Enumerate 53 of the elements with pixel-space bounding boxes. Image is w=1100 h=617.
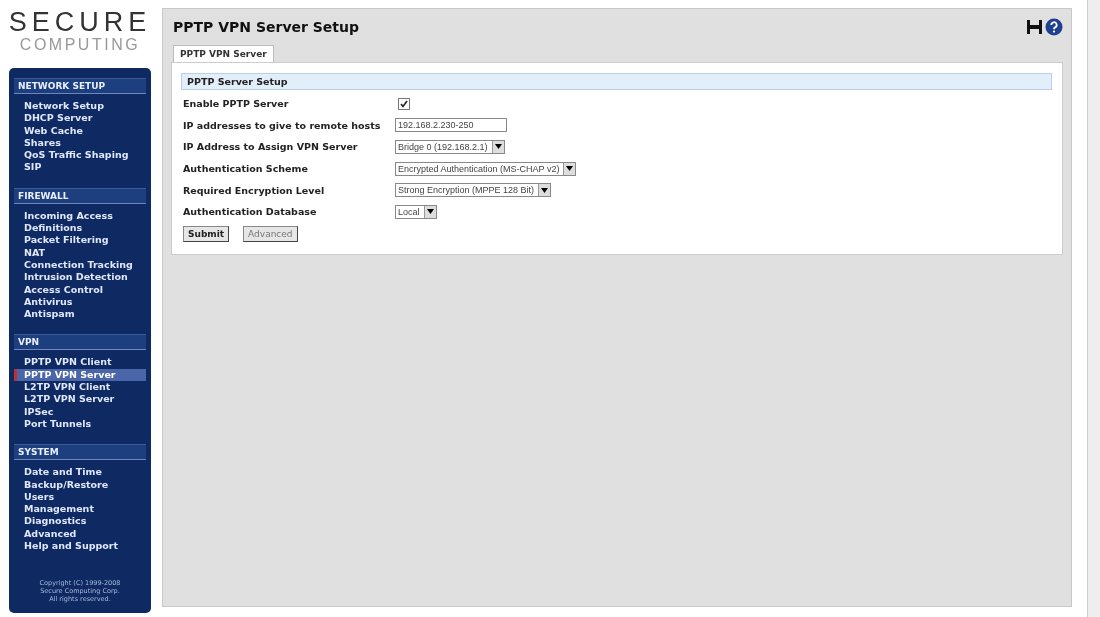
logo-subtext: COMPUTING	[19, 36, 141, 54]
nav-link[interactable]: Intrusion Detection	[14, 271, 146, 284]
nav-link[interactable]: L2TP VPN Client	[14, 381, 146, 394]
nav-link[interactable]: L2TP VPN Server	[14, 393, 146, 406]
nav-link[interactable]: Definitions	[14, 222, 146, 235]
section-header: VPN	[14, 334, 146, 351]
field-label: IP Address to Assign VPN Server	[183, 141, 359, 153]
nav-link[interactable]: Backup/Restore	[14, 478, 146, 491]
nav-link[interactable]: Users	[14, 490, 146, 504]
section-header: SYSTEM	[14, 444, 146, 461]
nav-link[interactable]: PPTP VPN Server	[14, 368, 146, 382]
logo-text: SECURE	[8, 8, 152, 36]
nav-link[interactable]: QoS Traffic Shaping	[14, 149, 146, 162]
save-icon[interactable]	[1026, 19, 1043, 35]
nav-link[interactable]: Port Tunnels	[14, 417, 146, 431]
nav-link[interactable]: Advanced	[14, 527, 146, 540]
nav-link[interactable]: Packet Filtering	[14, 234, 146, 247]
page-title: PPTP VPN Server Setup	[172, 19, 360, 35]
nav-link[interactable]: Shares	[14, 136, 146, 150]
nav-link[interactable]: Access Control	[14, 283, 146, 296]
field-label: Enable PPTP Server	[183, 98, 290, 110]
dropdown[interactable]: Strong Encryption (MPPE 128 Bit)	[395, 183, 552, 198]
nav-link[interactable]: Antispam	[14, 308, 146, 321]
section-header: PPTP Server Setup	[181, 73, 1052, 90]
section-header: NETWORK SETUP	[14, 78, 146, 94]
nav-link[interactable]: Antivirus	[14, 295, 146, 309]
nav-link[interactable]: Management	[14, 503, 146, 516]
submit-button[interactable]: Submit	[183, 225, 230, 242]
nav-link[interactable]: DHCP Server	[14, 112, 146, 125]
ip-range-field[interactable]: 192.168.2.230-250	[395, 118, 507, 133]
dropdown[interactable]: Encrypted Authentication (MS-CHAP v2)	[395, 161, 577, 176]
field-label: Authentication Database	[183, 206, 318, 218]
nav-link[interactable]: Help and Support	[14, 540, 146, 553]
nav-link[interactable]: Incoming Access	[14, 209, 146, 223]
nav-link[interactable]: IPSec	[14, 405, 146, 418]
nav-link[interactable]: SIP	[14, 161, 146, 174]
help-icon[interactable]	[1045, 18, 1063, 36]
section-header: FIREWALL	[14, 187, 146, 204]
field-label: Required Encryption Level	[183, 184, 326, 196]
nav-link[interactable]: PPTP VPN Client	[14, 356, 146, 369]
nav-link[interactable]: Web Cache	[14, 124, 146, 137]
nav-link[interactable]: Date and Time	[14, 466, 146, 479]
field-label: IP addresses to give to remote hosts	[183, 119, 382, 131]
tab[interactable]: PPTP VPN Server	[173, 45, 274, 62]
field-label: Authentication Scheme	[183, 163, 309, 175]
dropdown-arrow-icon[interactable]	[491, 141, 504, 153]
nav-link[interactable]: Connection Tracking	[14, 258, 146, 272]
checkbox[interactable]	[398, 97, 410, 110]
dropdown[interactable]: Bridge 0 (192.168.2.1)	[395, 140, 505, 154]
nav-link[interactable]: NAT	[14, 246, 146, 259]
nav-link[interactable]: Network Setup	[14, 100, 146, 113]
dropdown[interactable]: Local	[395, 204, 437, 219]
nav-link[interactable]: Diagnostics	[14, 515, 146, 528]
